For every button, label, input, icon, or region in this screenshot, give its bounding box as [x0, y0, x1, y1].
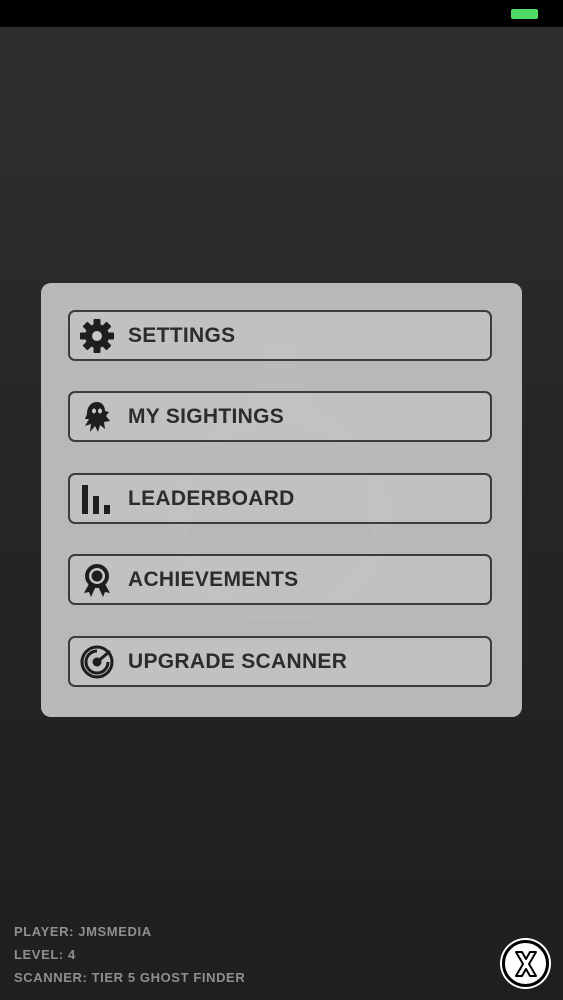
status-bar	[0, 0, 563, 27]
settings-button-label: SETTINGS	[128, 323, 236, 347]
settings-button[interactable]: SETTINGS	[68, 310, 492, 361]
award-ribbon-icon	[78, 561, 116, 599]
upgrade-scanner-button-label: UPGRADE SCANNER	[128, 649, 348, 673]
my-sightings-button-label: MY SIGHTINGS	[128, 404, 285, 428]
close-button[interactable]	[502, 940, 549, 987]
main-menu-panel: SETTINGS MY SIGHTINGS LEADERBOARD ACHIEV…	[41, 283, 522, 717]
radar-icon	[78, 643, 116, 681]
close-x-icon	[514, 950, 537, 977]
gear-icon	[78, 317, 116, 355]
leaderboard-button[interactable]: LEADERBOARD	[68, 473, 492, 524]
bar-chart-icon	[78, 480, 116, 518]
battery-icon	[511, 9, 538, 19]
player-scanner: SCANNER: TIER 5 GHOST FINDER	[14, 970, 246, 985]
achievements-button[interactable]: ACHIEVEMENTS	[68, 554, 492, 605]
ghost-icon	[78, 398, 116, 436]
player-info: PLAYER: JMSMEDIA LEVEL: 4 SCANNER: TIER …	[14, 924, 245, 993]
player-level: LEVEL: 4	[14, 947, 76, 962]
achievements-button-label: ACHIEVEMENTS	[128, 567, 299, 591]
leaderboard-button-label: LEADERBOARD	[128, 486, 295, 510]
player-name: PLAYER: JMSMEDIA	[14, 924, 152, 939]
upgrade-scanner-button[interactable]: UPGRADE SCANNER	[68, 636, 492, 687]
my-sightings-button[interactable]: MY SIGHTINGS	[68, 391, 492, 442]
